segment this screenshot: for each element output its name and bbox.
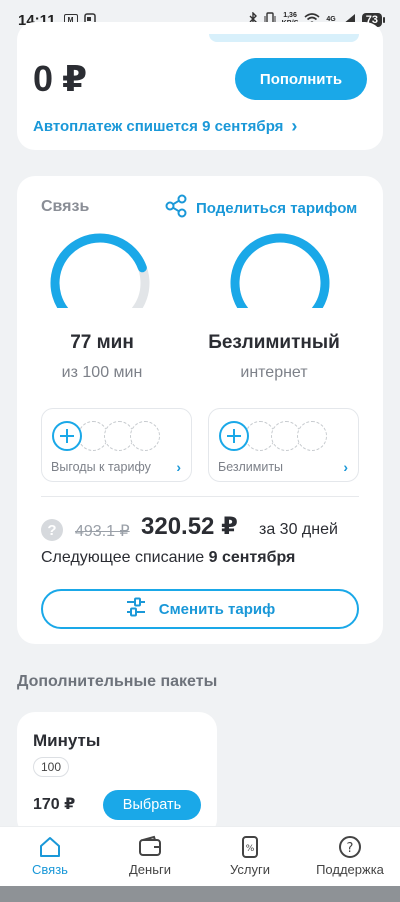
chevron-right-icon: › bbox=[343, 459, 348, 475]
nav-item-connection[interactable]: Связь bbox=[0, 827, 100, 886]
help-circle-icon: ? bbox=[339, 836, 361, 858]
share-icon bbox=[165, 194, 187, 222]
internet-sub: интернет bbox=[240, 364, 308, 381]
nav-label: Связь bbox=[32, 862, 68, 877]
sliders-icon bbox=[125, 596, 147, 622]
chevron-right-icon: › bbox=[176, 459, 181, 475]
internet-gauge bbox=[230, 233, 330, 308]
tariff-card: Связь Поделиться тарифом 77 мин из 100 м… bbox=[17, 176, 383, 644]
package-price: 170 ₽ bbox=[33, 796, 76, 813]
minutes-total: из 100 мин bbox=[61, 364, 143, 381]
home-icon bbox=[40, 837, 60, 857]
bottom-nav: Связь Деньги % Услуги ? Поддержка bbox=[0, 826, 400, 886]
new-price: 320.52 ₽ bbox=[141, 513, 238, 540]
next-charge-date: 9 сентября bbox=[208, 549, 296, 566]
wallet-icon bbox=[139, 835, 161, 856]
topup-button[interactable]: Пополнить bbox=[235, 58, 367, 100]
empty-slot-icon bbox=[130, 421, 160, 451]
svg-text:?: ? bbox=[347, 841, 354, 856]
nav-item-support[interactable]: ? Поддержка bbox=[300, 827, 400, 886]
nav-label: Деньги bbox=[129, 862, 171, 877]
autopay-link[interactable]: Автоплатеж спишется 9 сентября › bbox=[33, 116, 297, 137]
system-navigation-bar bbox=[0, 886, 400, 902]
nav-item-money[interactable]: Деньги bbox=[100, 827, 200, 886]
gauge-fill bbox=[50, 233, 147, 308]
nav-item-services[interactable]: % Услуги bbox=[200, 827, 300, 886]
internet-value: Безлимитный bbox=[208, 332, 340, 353]
balance-amount: 0 ₽ bbox=[33, 58, 87, 99]
tariff-title: Связь bbox=[41, 198, 90, 215]
balance-card: 0 ₽ Пополнить Автоплатеж спишется 9 сент… bbox=[17, 22, 383, 150]
package-chip[interactable]: 100 bbox=[33, 757, 70, 777]
question-icon[interactable]: ? bbox=[41, 519, 63, 541]
services-icon: % bbox=[242, 836, 258, 858]
plus-icon bbox=[52, 421, 82, 451]
next-charge: Следующее списание 9 сентября bbox=[41, 549, 295, 567]
tariff-benefits-box[interactable]: Выгоды к тарифу › bbox=[41, 408, 192, 482]
packages-title: Дополнительные пакеты bbox=[17, 673, 218, 690]
package-title: Минуты bbox=[33, 731, 101, 750]
nav-label: Услуги bbox=[230, 862, 270, 877]
unlimited-label: Безлимиты bbox=[218, 460, 284, 474]
divider bbox=[41, 496, 359, 497]
old-price: 493.1 ₽ bbox=[75, 523, 130, 540]
chevron-right-icon: › bbox=[291, 116, 298, 136]
nav-label: Поддержка bbox=[316, 862, 384, 877]
benefits-label: Выгоды к тарифу bbox=[51, 460, 151, 474]
minutes-gauge bbox=[50, 233, 150, 308]
share-tariff-link[interactable]: Поделиться тарифом bbox=[165, 194, 357, 222]
autopay-text: Автоплатеж спишется 9 сентября bbox=[33, 118, 284, 135]
top-banner-edge bbox=[209, 34, 359, 42]
minutes-remaining: 77 мин bbox=[70, 332, 134, 353]
empty-slot-icon bbox=[297, 421, 327, 451]
share-label: Поделиться тарифом bbox=[196, 199, 358, 217]
next-charge-prefix: Следующее списание bbox=[41, 549, 209, 566]
unlimited-box[interactable]: Безлимиты › bbox=[208, 408, 359, 482]
plus-icon bbox=[219, 421, 249, 451]
select-package-button[interactable]: Выбрать bbox=[103, 790, 201, 820]
change-tariff-button[interactable]: Сменить тариф bbox=[41, 589, 359, 629]
gauge-fill bbox=[230, 233, 330, 308]
price-period: за 30 дней bbox=[259, 521, 338, 538]
change-tariff-label: Сменить тариф bbox=[158, 600, 276, 618]
package-card: Минуты 100 170 ₽ Выбрать bbox=[17, 712, 217, 837]
svg-text:%: % bbox=[246, 844, 255, 854]
